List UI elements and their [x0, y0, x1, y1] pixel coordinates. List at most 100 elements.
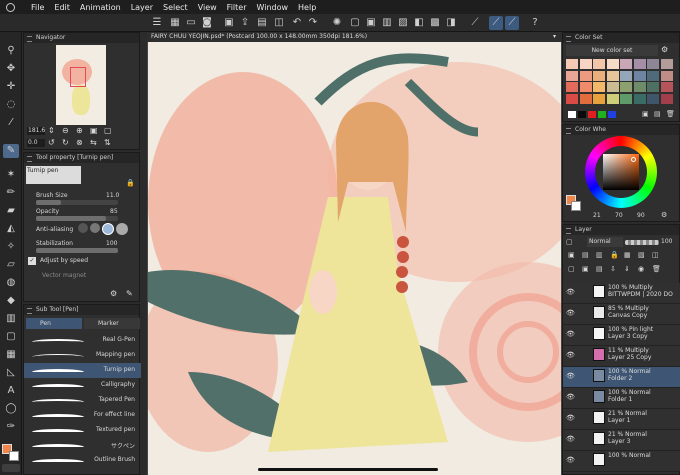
snap-special-icon[interactable]: ⟋ — [489, 16, 503, 30]
tab-pen[interactable]: Pen — [26, 318, 82, 329]
print-icon[interactable]: ▤ — [255, 16, 269, 30]
color-swatch[interactable] — [606, 82, 619, 92]
brush-size-slider[interactable] — [36, 200, 118, 205]
color-swatch[interactable] — [647, 93, 659, 104]
color-swatch[interactable] — [620, 93, 632, 104]
fit-icon[interactable]: ▣ — [90, 126, 98, 135]
document-tab[interactable]: FAIRY CHUU YEOJIN.psd* (Postcard 100.00 … — [147, 32, 562, 42]
combine-icon[interactable]: ⇓ — [624, 265, 630, 273]
color-swatch[interactable] — [647, 70, 659, 81]
white-swatch[interactable] — [568, 111, 576, 118]
menu-view[interactable]: View — [198, 3, 217, 12]
blend-icon[interactable]: ◍ — [3, 276, 19, 290]
color-swatch[interactable] — [606, 59, 619, 69]
add-color-icon[interactable]: ▣ — [642, 110, 649, 118]
zoom-out-icon[interactable]: ⊖ — [62, 126, 69, 135]
visibility-eye-icon[interactable]: 👁 — [566, 330, 575, 338]
figure-icon[interactable]: ▢ — [3, 330, 19, 344]
color-swatch[interactable] — [566, 93, 578, 104]
rotate-reset-icon[interactable]: ⊗ — [76, 138, 83, 147]
color-swatch[interactable] — [593, 59, 605, 69]
balloon-icon[interactable]: ◯ — [3, 402, 19, 416]
sub-tool-item[interactable]: Outline Brush — [24, 453, 141, 468]
hamburger-menu-icon[interactable]: ☰ — [150, 16, 164, 30]
layer-row[interactable]: 👁 85 % Multiply Canvas Copy — [563, 304, 680, 325]
layer-row[interactable]: 👁 100 % Pin light Layer 3 Copy — [563, 325, 680, 346]
zoom-in-icon[interactable]: ⊕ — [76, 126, 83, 135]
frame-icon[interactable]: ▦ — [3, 348, 19, 362]
menu-animation[interactable]: Animation — [80, 3, 121, 12]
undo-icon[interactable]: ↶ — [290, 16, 304, 30]
visibility-eye-icon[interactable]: 👁 — [566, 351, 575, 359]
actual-size-icon[interactable]: ▢ — [104, 126, 112, 135]
color-swatch[interactable] — [660, 59, 673, 69]
red-swatch[interactable] — [588, 111, 596, 118]
transparent-color-toggle[interactable] — [2, 464, 20, 472]
reference-icon[interactable]: ▤ — [582, 251, 589, 259]
fill-icon[interactable]: ▣ — [364, 16, 378, 30]
export-icon[interactable]: ⇪ — [238, 16, 252, 30]
new-vector-layer-icon[interactable]: ▣ — [582, 265, 589, 273]
share-icon[interactable]: ◫ — [272, 16, 286, 30]
pencil-icon[interactable]: ✏ — [3, 186, 19, 200]
visibility-eye-icon[interactable]: 👁 — [566, 456, 575, 464]
replace-color-icon[interactable]: ▤ — [654, 110, 661, 118]
loading-icon[interactable]: ✺ — [330, 16, 344, 30]
opacity-slider[interactable] — [36, 216, 118, 221]
visibility-eye-icon[interactable]: 👁 — [566, 414, 575, 422]
navigator-preview[interactable] — [56, 45, 106, 125]
snap-grid-icon[interactable]: ⟋ — [505, 16, 519, 30]
delete-color-icon[interactable]: 🗑 — [666, 110, 675, 118]
flip-h-icon[interactable]: ⇆ — [90, 138, 97, 147]
color-set-settings-icon[interactable]: ⚙ — [661, 45, 668, 54]
color-swatch[interactable] — [606, 93, 619, 104]
zoom-icon[interactable]: ⚲ — [3, 44, 19, 58]
sub-color-swatch[interactable] — [571, 201, 581, 211]
visibility-eye-icon[interactable]: 👁 — [566, 309, 575, 317]
wrench-icon[interactable]: ✎ — [126, 289, 133, 298]
settings-icon[interactable]: ⚙ — [110, 289, 117, 298]
menu-edit[interactable]: Edit — [54, 3, 70, 12]
new-folder-icon[interactable]: ▤ — [596, 265, 603, 273]
delete-layer-icon[interactable]: 🗑 — [652, 265, 661, 273]
companion-icon[interactable]: ◙ — [200, 16, 214, 30]
expand-icon[interactable]: ▩ — [428, 16, 442, 30]
rotate-right-icon[interactable]: ↻ — [62, 138, 69, 147]
new-raster-layer-icon[interactable]: ▢ — [568, 265, 575, 273]
color-settings-icon[interactable]: ⚙ — [661, 211, 667, 219]
color-swatch[interactable] — [620, 70, 632, 81]
layer-row[interactable]: 👁 100 % Normal Folder 1 — [563, 388, 680, 409]
clip-icon[interactable]: ▣ — [568, 251, 575, 259]
gradient-icon[interactable]: ▥ — [3, 312, 19, 326]
deselect-icon[interactable]: ▥ — [380, 16, 394, 30]
sub-tool-item[interactable]: Real G-Pen — [24, 333, 141, 348]
sub-tool-item[interactable]: Calligraphy — [24, 378, 141, 393]
visibility-eye-icon[interactable]: 👁 — [566, 435, 575, 443]
sparkle-icon[interactable]: ✶ — [3, 168, 19, 182]
color-swatch[interactable] — [579, 82, 592, 92]
tab-marker[interactable]: Marker — [84, 318, 140, 329]
color-swatch[interactable] — [633, 59, 646, 69]
color-swatch[interactable] — [579, 70, 592, 81]
color-swatch[interactable] — [579, 93, 592, 104]
eraser-icon[interactable]: ▱ — [3, 258, 19, 272]
fill-bucket-icon[interactable]: ◆ — [3, 294, 19, 308]
aa-medium-button[interactable] — [102, 223, 114, 235]
layer-row[interactable]: 👁 21 % Normal Layer 3 — [563, 430, 680, 451]
color-set-dropdown[interactable]: New color set — [566, 45, 658, 56]
color-swatch[interactable] — [647, 59, 659, 69]
lasso-icon[interactable]: ◌ — [3, 98, 19, 112]
color-swatch[interactable] — [606, 70, 619, 81]
new-file-icon[interactable]: ▦ — [168, 16, 182, 30]
artwork-canvas[interactable] — [148, 42, 561, 475]
visibility-eye-icon[interactable]: 👁 — [566, 372, 575, 380]
color-swatch[interactable] — [579, 59, 592, 69]
visibility-eye-icon[interactable]: 👁 — [566, 393, 575, 401]
color-swatch[interactable] — [620, 59, 632, 69]
color-swatch[interactable] — [660, 82, 673, 92]
airbrush-icon[interactable]: ◭ — [3, 222, 19, 236]
color-swatch[interactable] — [633, 82, 646, 92]
color-swatch[interactable] — [660, 93, 673, 104]
color-swatch[interactable] — [593, 70, 605, 81]
menu-file[interactable]: File — [31, 3, 44, 12]
